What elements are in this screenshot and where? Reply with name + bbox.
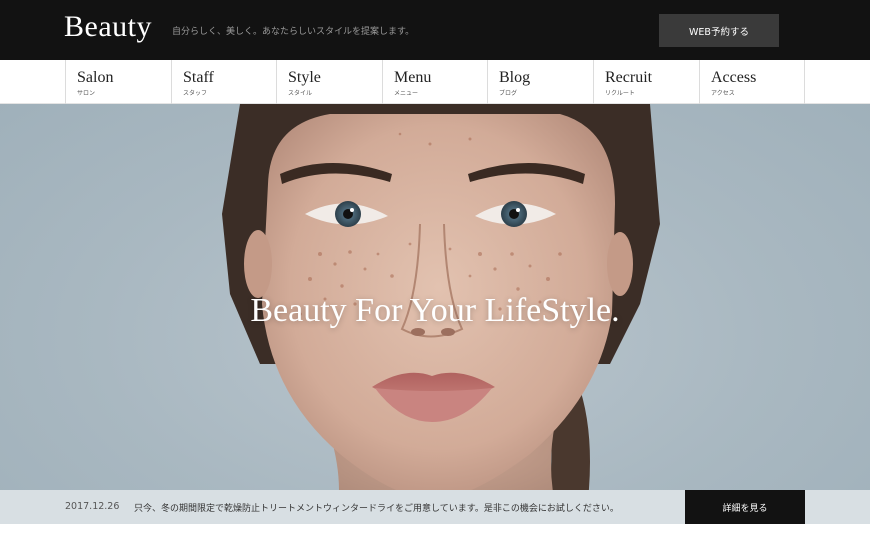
nav-item-sublabel: スタイル (288, 90, 313, 97)
notice-date: 2017.12.26 (65, 501, 120, 512)
details-button[interactable]: 詳細を見る (685, 490, 805, 524)
site-logo[interactable]: Beauty (64, 10, 152, 44)
nav-item-label: Blog (499, 69, 531, 86)
nav-item-label: Menu (394, 69, 432, 86)
notice-bar: 2017.12.26 只今、冬の期間限定で乾燥防止トリートメントウィンタードライ… (0, 490, 870, 524)
nav-item-label: Staff (183, 69, 214, 86)
nav-item-sublabel: スタッフ (183, 90, 208, 97)
nav-item-sublabel: リクルート (605, 90, 635, 97)
nav-item-style[interactable]: Style スタイル (276, 60, 382, 104)
nav-item-label: Access (711, 69, 757, 86)
nav-item-label: Salon (77, 69, 114, 86)
nav-item-menu[interactable]: Menu メニュー (382, 60, 487, 104)
hero-heading: Beauty For Your LifeStyle. (250, 292, 620, 329)
nav-item-access[interactable]: Access アクセス (699, 60, 805, 104)
nav-item-sublabel: ブログ (499, 90, 518, 97)
site-header: Beauty 自分らしく、美しく。あなたらしいスタイルを提案します。 WEB予約… (0, 0, 870, 60)
nav-item-staff[interactable]: Staff スタッフ (171, 60, 276, 104)
nav-item-blog[interactable]: Blog ブログ (487, 60, 593, 104)
page-bottom-area (0, 524, 870, 560)
main-nav: Salon サロン Staff スタッフ Style スタイル Menu メニュ… (0, 60, 870, 104)
site-tagline: 自分らしく、美しく。あなたらしいスタイルを提案します。 (172, 27, 415, 37)
nav-item-salon[interactable]: Salon サロン (65, 60, 171, 104)
notice-text[interactable]: 只今、冬の期間限定で乾燥防止トリートメントウィンタードライをご用意しています。是… (134, 501, 619, 514)
hero-banner: Beauty For Your LifeStyle. (0, 104, 870, 490)
nav-item-sublabel: サロン (77, 90, 96, 97)
nav-item-label: Recruit (605, 69, 653, 86)
nav-item-recruit[interactable]: Recruit リクルート (593, 60, 699, 104)
web-reservation-button[interactable]: WEB予約する (659, 14, 779, 47)
nav-item-sublabel: メニュー (394, 90, 419, 97)
nav-item-label: Style (288, 69, 321, 86)
nav-item-sublabel: アクセス (711, 90, 735, 97)
